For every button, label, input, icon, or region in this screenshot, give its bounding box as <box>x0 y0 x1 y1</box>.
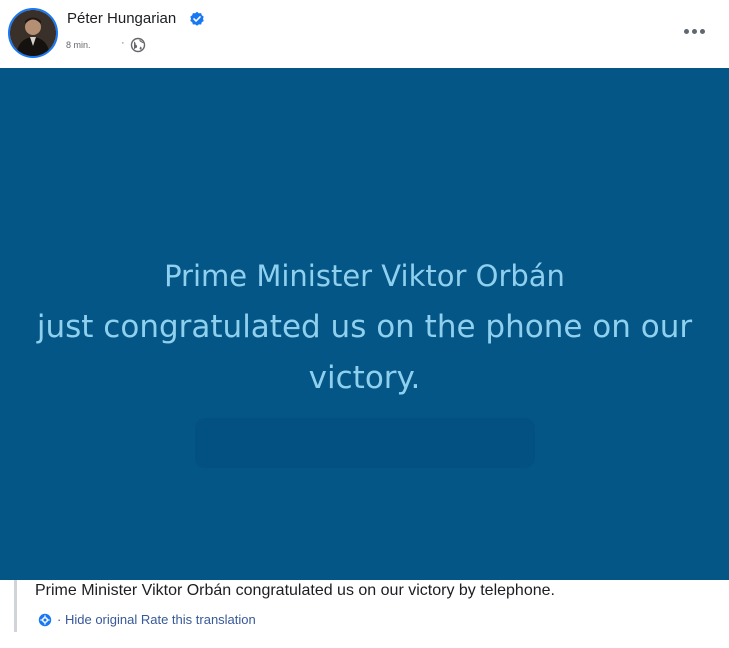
quote-line-1: Prime Minister Viktor Orbán <box>164 259 565 293</box>
post-timestamp[interactable]: 8 min. <box>66 40 91 50</box>
more-dot <box>699 28 705 34</box>
translation-links: · Hide original Rate this translation <box>57 612 256 627</box>
verified-badge-icon <box>190 11 204 26</box>
translated-text: Prime Minister Viktor Orbán congratulate… <box>35 582 555 599</box>
post-image[interactable]: Prime Minister Viktor Orbán just congrat… <box>0 68 729 580</box>
globe-icon[interactable] <box>130 37 146 53</box>
translate-settings-icon[interactable] <box>38 613 52 627</box>
link-separator: · <box>57 612 62 627</box>
image-background-shape <box>195 418 535 468</box>
author-name[interactable]: Péter Hungarian <box>67 10 176 27</box>
hide-original-link[interactable]: Hide original <box>65 612 137 627</box>
more-dot <box>691 28 697 34</box>
translation-section: Prime Minister Viktor Orbán congratulate… <box>0 580 729 648</box>
avatar[interactable] <box>8 8 58 58</box>
more-options-icon[interactable] <box>678 20 710 42</box>
rate-translation-link[interactable]: Rate this translation <box>141 612 256 627</box>
meta-separator: · <box>121 37 125 49</box>
quote-line-2: just congratulated us on the phone on ou… <box>36 309 693 396</box>
image-quote: Prime Minister Viktor Orbán just congrat… <box>0 256 729 404</box>
more-dot <box>683 28 689 34</box>
translation-divider <box>14 580 17 632</box>
post-header: Péter Hungarian 8 min. · <box>0 0 729 68</box>
